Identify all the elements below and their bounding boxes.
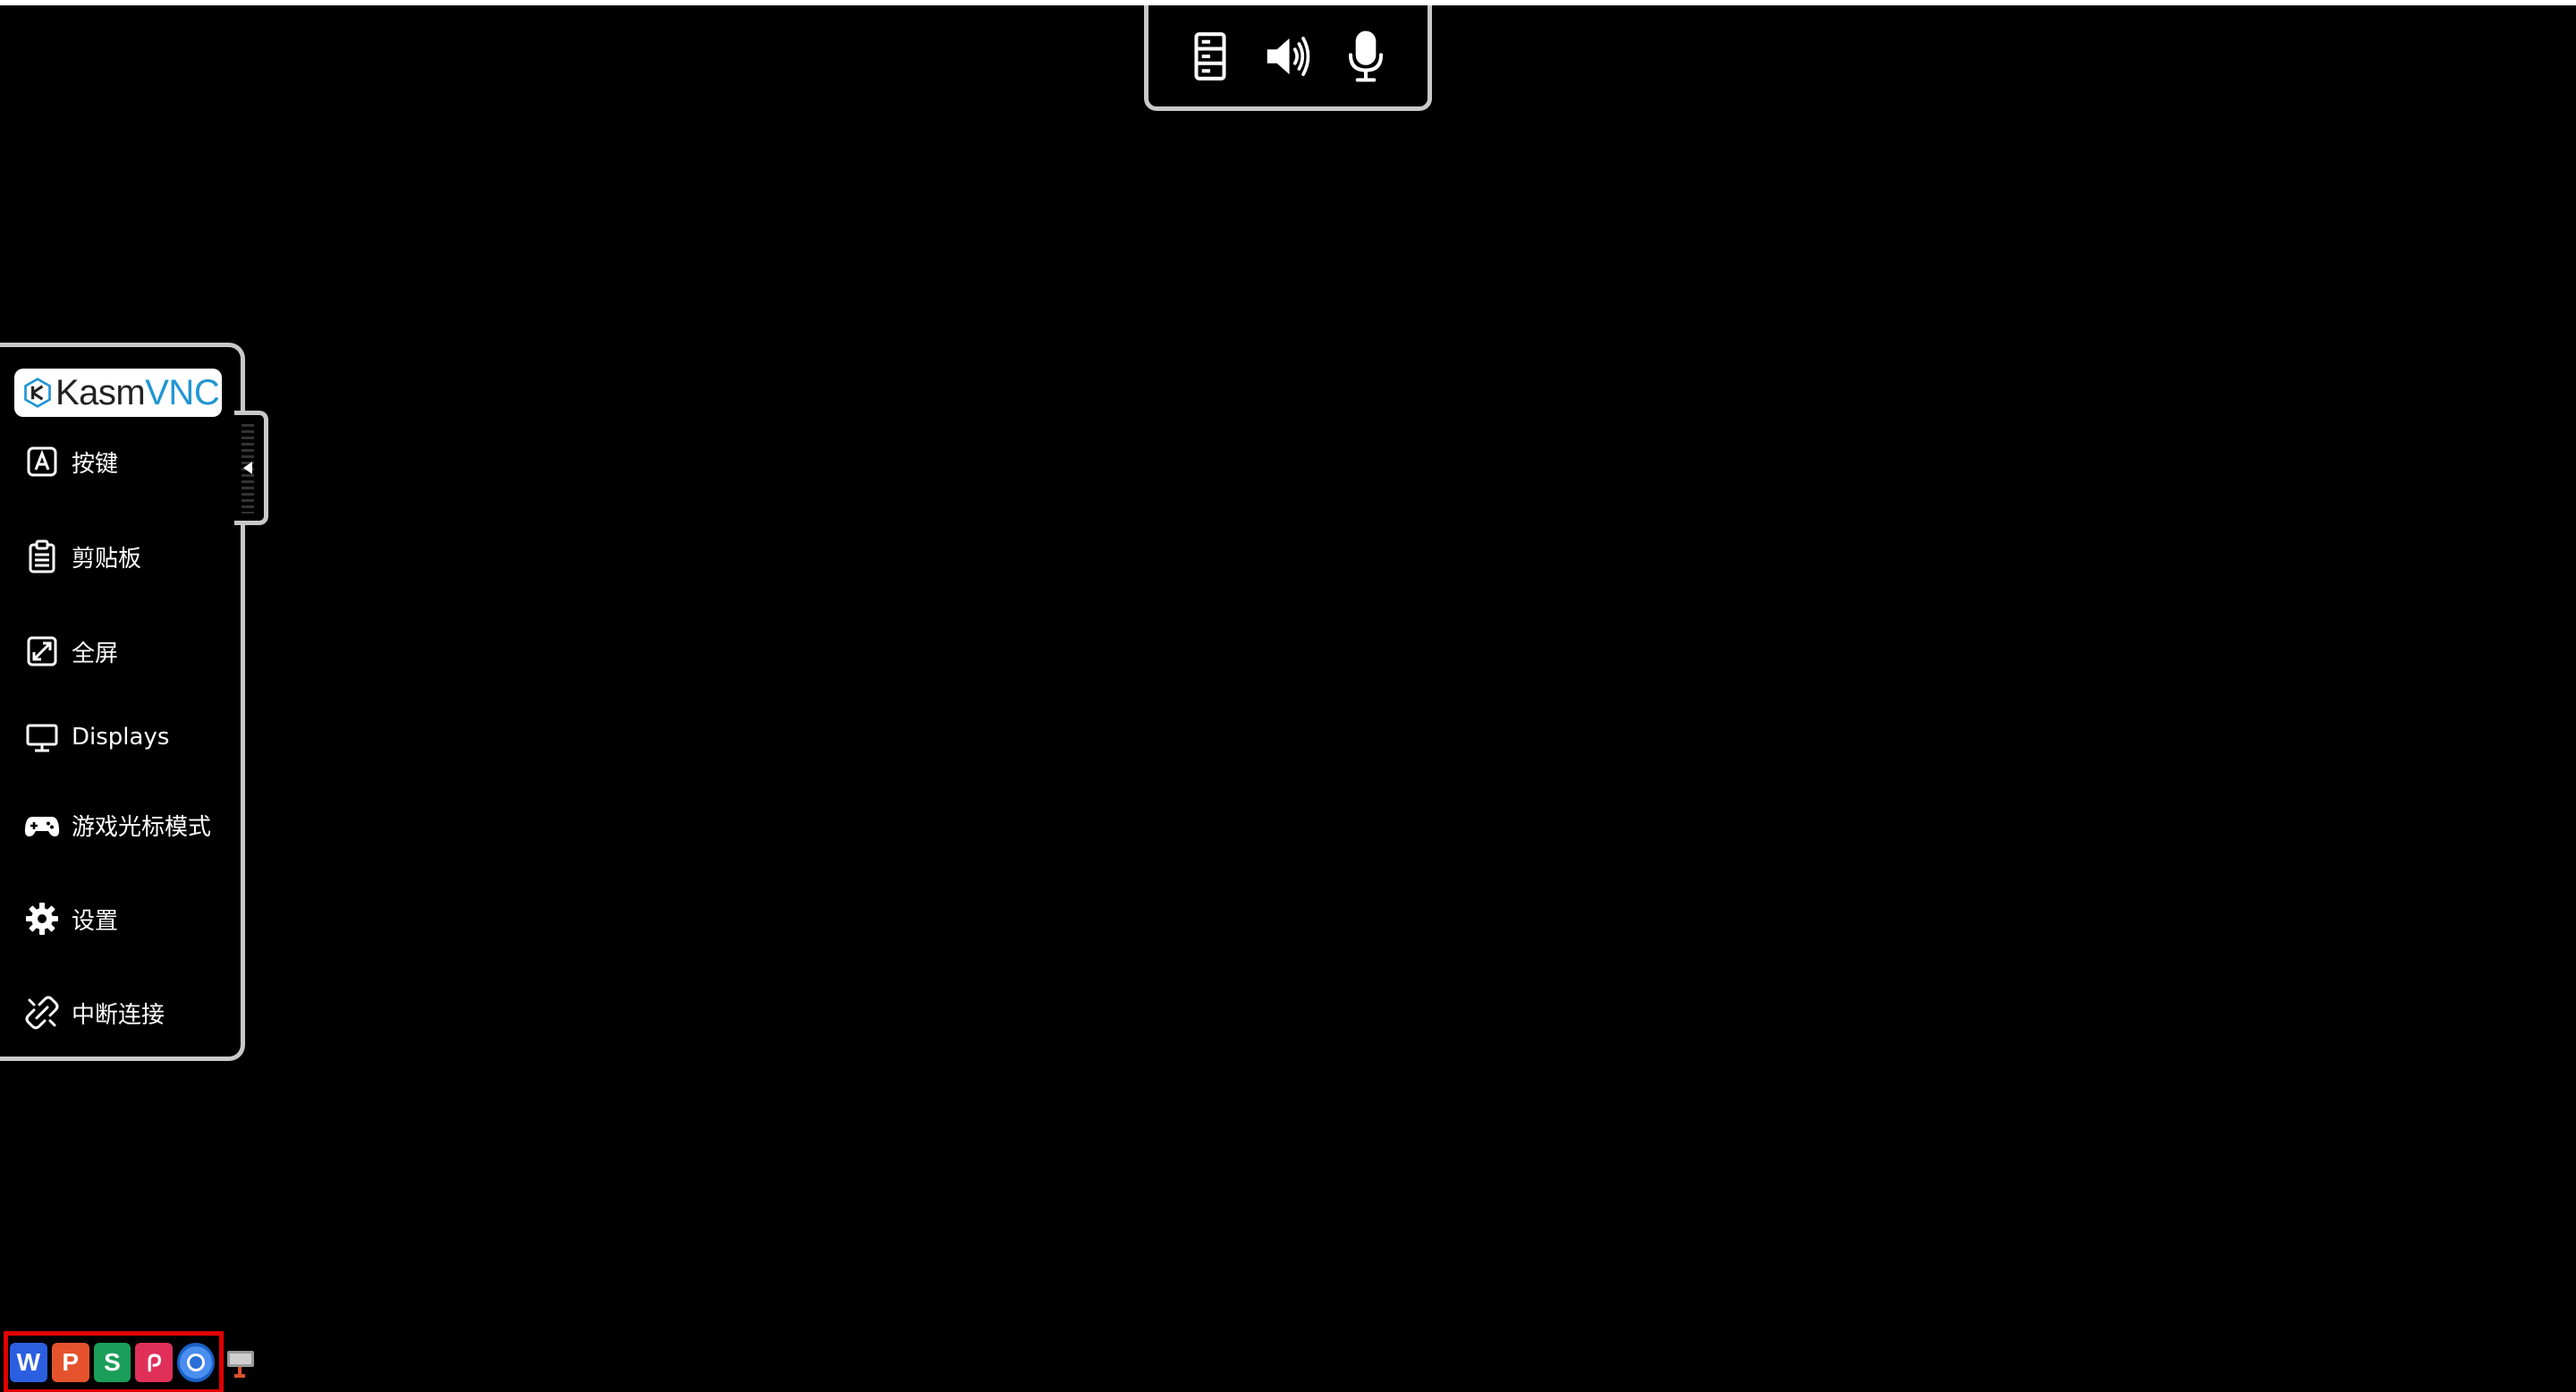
menu-item-clipboard-label: 剪贴板	[72, 545, 142, 573]
menu-item-keys-label: 按键	[72, 450, 119, 478]
speaker-icon[interactable]	[1260, 29, 1316, 84]
clipboard-icon	[23, 538, 61, 575]
collapse-arrow-icon	[242, 462, 252, 474]
menu-item-clipboard[interactable]: 剪贴板	[23, 531, 141, 581]
gear-icon	[23, 900, 61, 938]
control-bar-handle[interactable]	[234, 411, 268, 525]
logo-text-vnc: VNC	[145, 373, 220, 412]
menu-item-displays[interactable]: Displays	[23, 712, 169, 762]
top-status-bar	[1144, 5, 1432, 111]
chromium-icon[interactable]	[177, 1343, 215, 1382]
gamepad-icon	[23, 806, 61, 844]
menu-item-settings[interactable]: 设置	[23, 894, 118, 944]
taskbar-app-tray: W P S	[4, 1331, 224, 1392]
menu-item-disconnect[interactable]: 中断连接	[23, 988, 165, 1038]
server-icon[interactable]	[1182, 29, 1238, 84]
kasmvnc-logo: KasmVNC	[14, 369, 222, 417]
microphone-icon[interactable]	[1338, 29, 1394, 84]
wps-pdf-icon[interactable]	[135, 1343, 174, 1382]
menu-item-game-cursor-mode[interactable]: 游戏光标模式	[23, 800, 211, 850]
control-bar: KasmVNC 按键 剪贴板 全屏 Displays 游戏光标模式 设置 中断连…	[0, 343, 245, 1061]
disconnect-icon	[23, 994, 61, 1031]
menu-item-keys[interactable]: 按键	[23, 437, 118, 487]
remote-desktop-screen[interactable]: KasmVNC 按键 剪贴板 全屏 Displays 游戏光标模式 设置 中断连…	[0, 0, 2576, 1392]
fullscreen-icon	[23, 632, 61, 670]
menu-item-fullscreen-label: 全屏	[72, 640, 119, 667]
menu-item-disconnect-label: 中断连接	[72, 1001, 165, 1029]
monitor-icon	[23, 718, 61, 756]
keyboard-key-icon	[23, 443, 61, 480]
logo-text-kasm: Kasm	[55, 373, 146, 412]
wps-presentation-icon[interactable]: P	[51, 1343, 89, 1382]
menu-item-displays-label: Displays	[72, 724, 170, 751]
menu-item-game-cursor-mode-label: 游戏光标模式	[72, 813, 212, 841]
menu-item-fullscreen[interactable]: 全屏	[23, 626, 118, 676]
network-tray-icon[interactable]	[225, 1347, 258, 1383]
wps-writer-icon[interactable]: W	[10, 1343, 47, 1382]
menu-item-settings-label: 设置	[72, 907, 119, 935]
wps-spreadsheet-icon[interactable]: S	[93, 1343, 131, 1382]
kasm-logo-icon	[24, 378, 51, 408]
